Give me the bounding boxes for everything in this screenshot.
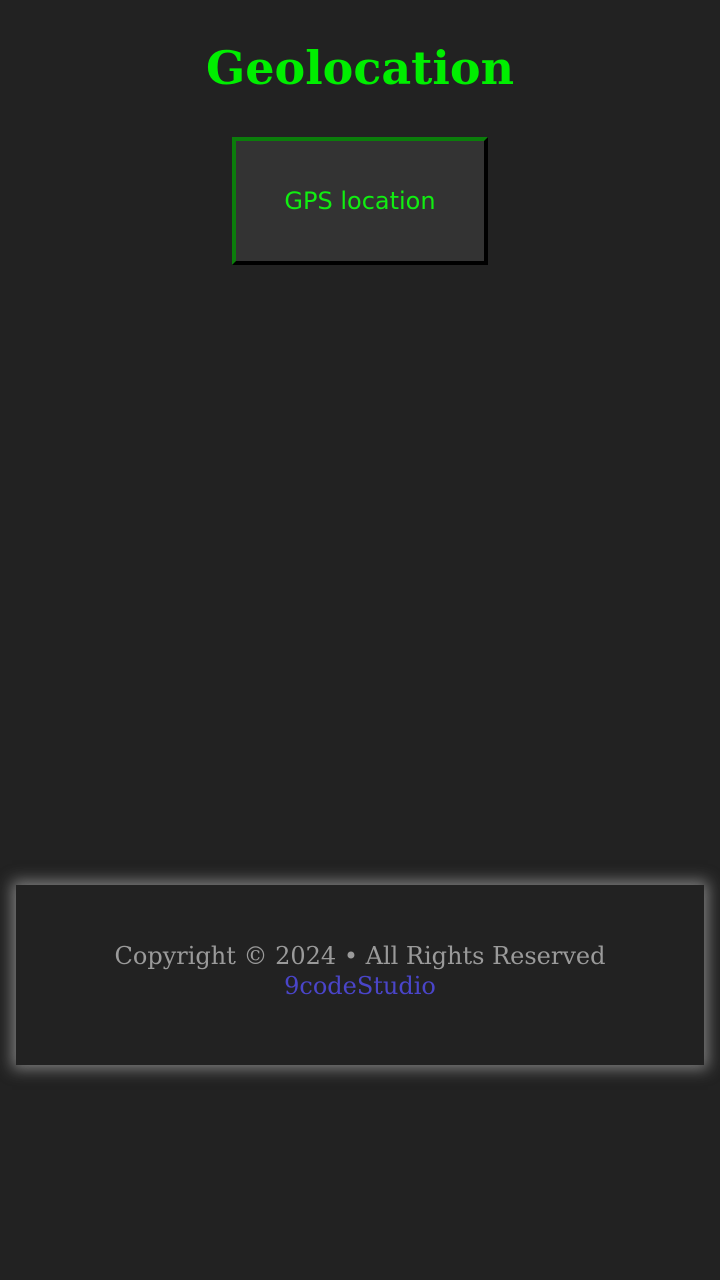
copyright-text: Copyright © 2024 • All Rights Reserved [114, 942, 606, 970]
footer: Copyright © 2024 • All Rights Reserved 9… [16, 885, 704, 1065]
gps-location-button[interactable]: GPS location [232, 137, 488, 265]
studio-link[interactable]: 9codeStudio [284, 971, 436, 1001]
page-title: Geolocation [205, 41, 515, 95]
